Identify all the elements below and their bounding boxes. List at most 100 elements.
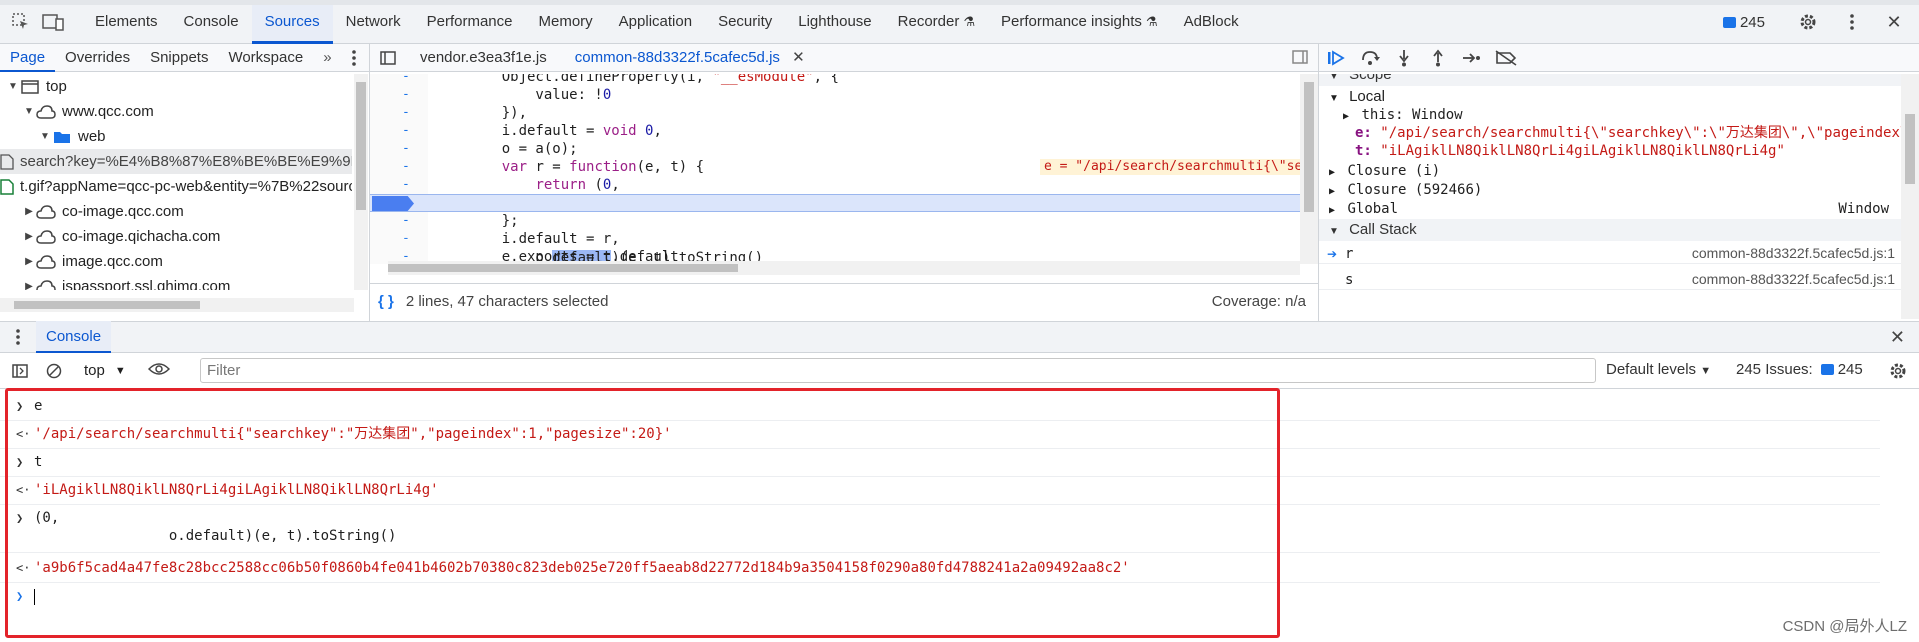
result-arrow-icon: <·	[16, 561, 31, 575]
context-selector[interactable]: top ▼	[84, 362, 126, 379]
closure-label: Closure (592466)	[1347, 182, 1483, 198]
code-vertical-scrollbar[interactable]	[1300, 74, 1318, 264]
close-drawer-icon[interactable]: ✕	[1890, 327, 1905, 348]
file-icon	[0, 153, 14, 170]
settings-gear-icon[interactable]	[1797, 11, 1819, 33]
step-over-icon[interactable]	[1353, 44, 1387, 72]
call-frame-s[interactable]: s common-88d3322f.5cafec5d.js:1	[1319, 268, 1901, 290]
tree-item-co-image-qichacha[interactable]: ▶ co-image.qichacha.com	[0, 224, 352, 249]
live-expression-eye-icon[interactable]	[147, 362, 170, 380]
scroll-thumb[interactable]	[388, 264, 738, 272]
tab-lighthouse[interactable]: Lighthouse	[785, 0, 884, 44]
call-frame-r[interactable]: ➔ r common-88d3322f.5cafec5d.js:1	[1319, 242, 1901, 264]
step-icon[interactable]	[1455, 44, 1489, 72]
tree-item-tgif[interactable]: t.gif?appName=qcc-pc-web&entity=%7B%22so…	[0, 174, 352, 199]
breakpoint-marker-icon[interactable]	[372, 196, 414, 211]
pretty-print-icon[interactable]: { }	[378, 293, 394, 310]
console-prompt-row[interactable]: ❯	[0, 587, 1880, 611]
tree-item-www-qcc[interactable]: ▼ www.qcc.com	[0, 99, 352, 124]
step-into-icon[interactable]	[1387, 44, 1421, 72]
expand-arrow-icon: ▼	[1329, 74, 1339, 82]
tree-item-jspassport[interactable]: ▶ jspassport.ssl.qhimg.com	[0, 274, 352, 290]
device-toolbar-icon[interactable]	[42, 11, 64, 33]
editor-tab-common[interactable]: common-88d3322f.5cafec5d.js ✕	[561, 44, 819, 72]
clear-console-icon[interactable]	[40, 363, 68, 379]
expand-arrow-icon[interactable]: ▼	[22, 99, 36, 124]
console-result-row[interactable]: <· '/api/search/searchmulti{"searchkey":…	[0, 425, 1880, 449]
console-output[interactable]: ❯ e <· '/api/search/searchmulti{"searchk…	[0, 389, 1919, 642]
navigator-horizontal-scrollbar[interactable]	[0, 298, 354, 312]
tree-item-search-doc[interactable]: search?key=%E4%B8%87%E8%BE%BE%E9%9B%86	[0, 149, 352, 174]
code-area[interactable]: - Object.defineProperty(i, "__esModule",…	[370, 74, 1300, 264]
console-result-row[interactable]: <· 'a9b6f5cad4a47fe8c28bcc2588cc06b50f08…	[0, 559, 1880, 583]
console-input-row[interactable]: ❯ t	[0, 453, 1880, 477]
tab-performance[interactable]: Performance	[414, 0, 526, 44]
tab-performance-insights[interactable]: Performance insights ⚗	[988, 0, 1171, 44]
callstack-section-header[interactable]: ▼ Call Stack	[1319, 219, 1901, 241]
drawer-tab-console[interactable]: Console	[36, 321, 112, 353]
more-tabs-chevron-icon[interactable]: »	[313, 44, 341, 72]
global-value: Window	[1838, 201, 1889, 217]
tab-application[interactable]: Application	[606, 0, 705, 44]
tab-console[interactable]: Console	[171, 0, 252, 44]
scope-section-header[interactable]: ▼ Scope	[1319, 74, 1901, 86]
scroll-thumb[interactable]	[356, 82, 366, 210]
tab-sources[interactable]: Sources	[251, 0, 333, 44]
console-input-row[interactable]: ❯ e	[0, 397, 1880, 421]
inspect-element-icon[interactable]	[10, 11, 32, 33]
tab-workspace[interactable]: Workspace	[218, 44, 313, 72]
tab-page[interactable]: Page	[0, 44, 56, 72]
collapse-arrow-icon[interactable]: ▶	[22, 224, 36, 249]
scroll-thumb[interactable]	[1905, 114, 1915, 184]
editor-tab-vendor[interactable]: vendor.e3ea3f1e.js	[406, 44, 561, 72]
tab-elements[interactable]: Elements	[82, 0, 171, 44]
tab-snippets[interactable]: Snippets	[140, 44, 218, 72]
log-levels-dropdown[interactable]: Default levels ▼	[1606, 361, 1711, 378]
selection-status: 2 lines, 47 characters selected	[405, 293, 609, 310]
collapse-arrow-icon[interactable]: ▶	[22, 274, 36, 290]
code-horizontal-scrollbar[interactable]	[388, 261, 1300, 275]
toggle-debugger-icon[interactable]	[1292, 50, 1308, 68]
console-filter-input[interactable]: Filter	[200, 358, 1596, 383]
navigator-menu-icon[interactable]	[351, 49, 357, 71]
issues-counter[interactable]: 245	[1722, 14, 1765, 31]
tree-item-co-image-qcc[interactable]: ▶ co-image.qcc.com	[0, 199, 352, 224]
tab-network[interactable]: Network	[333, 0, 414, 44]
close-devtools-icon[interactable]: ✕	[1883, 11, 1905, 33]
resume-icon[interactable]	[1319, 44, 1353, 72]
coverage-status[interactable]: Coverage: n/a	[1212, 293, 1306, 310]
expand-arrow-icon[interactable]: ▼	[38, 124, 52, 149]
frame-location[interactable]: common-88d3322f.5cafec5d.js:1	[1692, 268, 1895, 290]
more-options-icon[interactable]	[1841, 11, 1863, 33]
console-cursor[interactable]	[34, 589, 35, 605]
console-input-row[interactable]: ❯ (0, o.default)(e, t).toString()	[0, 509, 1880, 553]
console-settings-gear-icon[interactable]	[1889, 362, 1907, 384]
frame-location[interactable]: common-88d3322f.5cafec5d.js:1	[1692, 242, 1895, 264]
tree-item-web[interactable]: ▼ web	[0, 124, 352, 149]
expand-arrow-icon[interactable]: ▼	[6, 74, 20, 99]
tab-adblock[interactable]: AdBlock	[1171, 0, 1252, 44]
step-out-icon[interactable]	[1421, 44, 1455, 72]
toggle-navigator-icon[interactable]	[370, 50, 406, 65]
console-sidebar-icon[interactable]	[0, 363, 40, 378]
scroll-thumb[interactable]	[1304, 82, 1314, 212]
tab-security[interactable]: Security	[705, 0, 785, 44]
tree-item-image-qcc[interactable]: ▶ image.qcc.com	[0, 249, 352, 274]
scroll-thumb[interactable]	[14, 301, 200, 309]
tab-recorder[interactable]: Recorder ⚗	[885, 0, 988, 44]
tab-memory[interactable]: Memory	[526, 0, 606, 44]
console-issues-counter[interactable]: 245 Issues: 245	[1736, 361, 1863, 378]
log-levels-label: Default levels	[1606, 361, 1697, 378]
deactivate-breakpoints-icon[interactable]	[1489, 44, 1523, 72]
drawer-menu-icon[interactable]	[0, 328, 36, 346]
tree-item-top[interactable]: ▼ top	[0, 74, 352, 99]
collapse-arrow-icon[interactable]: ▶	[22, 249, 36, 274]
scope-var-t[interactable]: t: "iLAgiklLN8QiklLN8QrLi4giLAgiklLN8Qik…	[1319, 140, 1901, 162]
scope-global[interactable]: ▶ Global Window	[1319, 198, 1901, 220]
console-result-row[interactable]: <· 'iLAgiklLN8QiklLN8QrLi4giLAgiklLN8Qik…	[0, 481, 1880, 505]
tab-overrides[interactable]: Overrides	[55, 44, 140, 72]
debugger-vertical-scrollbar[interactable]	[1901, 74, 1919, 319]
navigator-vertical-scrollbar[interactable]	[354, 74, 368, 290]
collapse-arrow-icon[interactable]: ▶	[22, 199, 36, 224]
close-tab-icon[interactable]: ✕	[792, 49, 805, 66]
